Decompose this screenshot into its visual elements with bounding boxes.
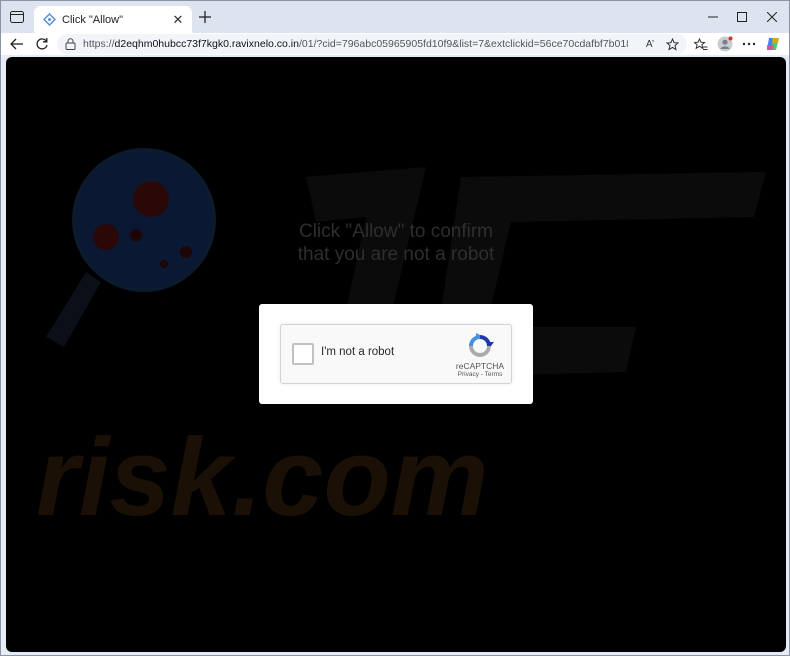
captcha-card: I'm not a robot reCAPTCHA Privacy - Term… xyxy=(259,304,533,404)
read-aloud-icon[interactable]: A’ xyxy=(641,36,659,52)
back-arrow-icon[interactable] xyxy=(7,34,27,54)
browser-window: Click "Allow" ✕ https://d2eqhm0hubcc73f7… xyxy=(0,0,790,656)
site-info-icon[interactable] xyxy=(63,37,77,51)
watermark-text: risk.com xyxy=(36,416,488,539)
plus-icon[interactable] xyxy=(197,9,213,25)
not-a-robot-checkbox[interactable] xyxy=(292,343,314,365)
headline-line-1: Click "Allow" to confirm xyxy=(298,221,494,242)
maximize-icon[interactable] xyxy=(731,7,753,27)
tab-strip: Click "Allow" ✕ xyxy=(1,1,789,33)
recaptcha-logo-icon xyxy=(466,333,494,359)
favorites-icon[interactable] xyxy=(691,34,711,54)
headline-line-2: that you are not a robot xyxy=(297,244,495,265)
more-options-icon[interactable] xyxy=(739,34,759,54)
profile-avatar-icon[interactable] xyxy=(715,34,735,54)
tab-close-icon[interactable]: ✕ xyxy=(170,12,186,28)
page-viewport: risk.com Click "Allow" to confirm that y… xyxy=(6,57,786,652)
minimize-icon[interactable] xyxy=(702,7,724,27)
tab-active[interactable]: Click "Allow" ✕ xyxy=(34,6,192,33)
recaptcha-widget: I'm not a robot reCAPTCHA Privacy - Term… xyxy=(280,324,512,384)
url-text[interactable]: https://d2eqhm0hubcc73f7kgk0.ravixnelo.c… xyxy=(83,38,628,50)
recaptcha-privacy-terms[interactable]: Privacy - Terms xyxy=(451,371,509,378)
tab-title: Click "Allow" xyxy=(62,13,123,26)
star-icon[interactable] xyxy=(664,36,680,52)
copilot-icon[interactable] xyxy=(763,34,783,54)
close-icon[interactable] xyxy=(761,7,783,27)
reload-icon[interactable] xyxy=(32,34,52,54)
toolbar: https://d2eqhm0hubcc73f7kgk0.ravixnelo.c… xyxy=(1,33,789,55)
tab-actions-icon[interactable] xyxy=(7,8,27,26)
url-scheme: https:// xyxy=(83,38,115,50)
recaptcha-brand: reCAPTCHA xyxy=(455,361,505,371)
favicon-icon xyxy=(42,13,56,27)
address-bar[interactable]: https://d2eqhm0hubcc73f7kgk0.ravixnelo.c… xyxy=(57,34,687,54)
url-path: /01/?cid=796abc05965905fd10f9&list=7&ext… xyxy=(298,38,628,50)
checkbox-label: I'm not a robot xyxy=(321,346,395,358)
url-host: d2eqhm0hubcc73f7kgk0.ravixnelo.co.in xyxy=(114,38,299,50)
